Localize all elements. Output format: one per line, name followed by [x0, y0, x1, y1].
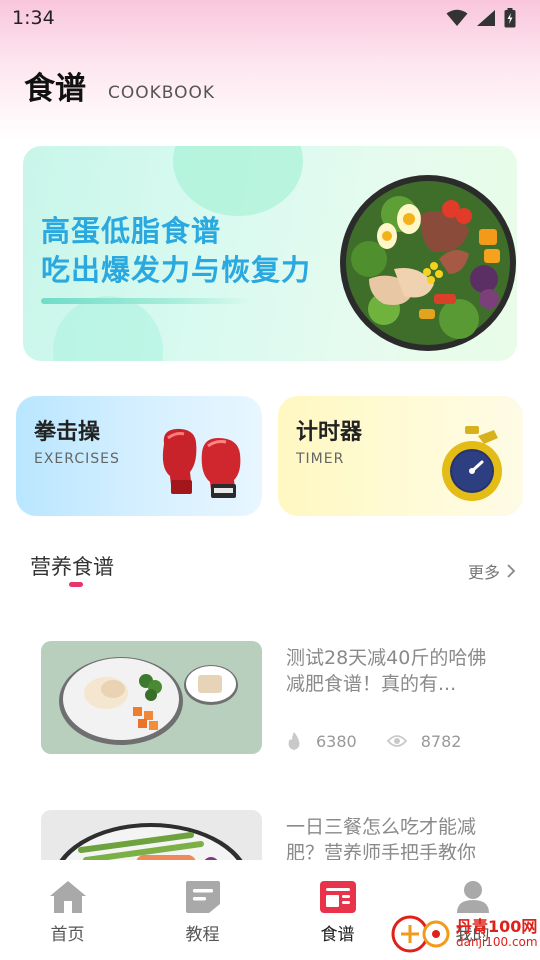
status-bar: 1:34	[0, 0, 540, 36]
asparagus-salmon-plate-image	[59, 823, 243, 860]
tab-home[interactable]: 首页	[0, 860, 135, 960]
banner-decoration	[173, 146, 303, 216]
banner-headline: 高蛋低脂食谱	[41, 214, 222, 248]
promo-banner[interactable]: 高蛋低脂食谱 吃出爆发力与恢复力	[23, 146, 517, 361]
watermark-text-block: 丹青100网 danji100.com	[456, 917, 538, 950]
flame-icon	[288, 732, 300, 750]
tab-label: 教程	[185, 925, 220, 945]
more-link[interactable]: 更多	[468, 559, 516, 583]
status-time: 1:34	[12, 7, 55, 29]
page-header: 食谱 COOKBOOK	[24, 70, 215, 108]
page-subtitle: COOKBOOK	[108, 83, 216, 103]
stopwatch-icon	[442, 426, 502, 501]
recipe-stats: 6380 8782	[286, 731, 491, 751]
home-icon	[49, 881, 86, 913]
recipe-item[interactable]: 一日三餐怎么吃才能减肥？营养师手把手教你	[41, 810, 511, 860]
tab-label: 首页	[50, 925, 85, 945]
salad-bowl-image	[340, 175, 516, 351]
more-label: 更多	[467, 563, 500, 582]
card-subtitle: TIMER	[296, 451, 345, 467]
timer-card[interactable]: 计时器 TIMER	[278, 396, 523, 516]
recipe-title: 测试28天减40斤的哈佛减肥食谱！真的有...	[286, 647, 487, 695]
card-title: 拳击操	[34, 420, 101, 445]
status-icons	[446, 8, 516, 28]
views-count: 8782	[420, 731, 462, 751]
card-subtitle: EXERCISES	[34, 451, 120, 467]
likes-stat: 6380	[286, 731, 357, 751]
banner-decoration	[53, 296, 163, 361]
battery-charging-icon	[504, 8, 516, 28]
page-title: 食谱	[24, 71, 86, 107]
banner-subheadline: 吃出爆发力与恢复力	[41, 253, 312, 287]
watermark-url: danji100.com	[456, 935, 538, 949]
eye-icon	[386, 735, 407, 747]
chicken-rice-plate-image	[59, 657, 238, 745]
tutorial-icon	[185, 881, 220, 913]
tab-label: 食谱	[320, 925, 355, 945]
tab-tutorial[interactable]: 教程	[135, 860, 270, 960]
recipe-item[interactable]: 测试28天减40斤的哈佛减肥食谱！真的有... 6380 8782	[41, 641, 511, 756]
card-title: 计时器	[296, 420, 363, 445]
section-title: 营养食谱	[30, 555, 114, 579]
signal-icon	[477, 10, 495, 26]
chevron-right-icon	[507, 564, 516, 578]
banner-accent-bar	[41, 298, 251, 304]
site-watermark: 丹青100网 danji100.com	[390, 914, 538, 954]
watermark-title: 丹青100网	[456, 917, 538, 936]
likes-count: 6380	[316, 731, 357, 751]
tab-recipes[interactable]: 食谱	[270, 860, 405, 960]
recipe-title: 一日三餐怎么吃才能减肥？营养师手把手教你	[286, 816, 477, 860]
recipe-thumbnail	[41, 641, 262, 754]
section-underline	[69, 582, 83, 587]
boxing-exercises-card[interactable]: 拳击操 EXERCISES	[16, 396, 262, 516]
wifi-icon	[446, 9, 468, 26]
boxing-gloves-icon	[162, 428, 241, 498]
recipe-thumbnail	[41, 810, 262, 860]
views-stat: 8782	[386, 731, 462, 751]
recipe-icon	[319, 881, 356, 913]
watermark-logo-icon	[391, 915, 450, 953]
profile-icon	[456, 881, 489, 913]
